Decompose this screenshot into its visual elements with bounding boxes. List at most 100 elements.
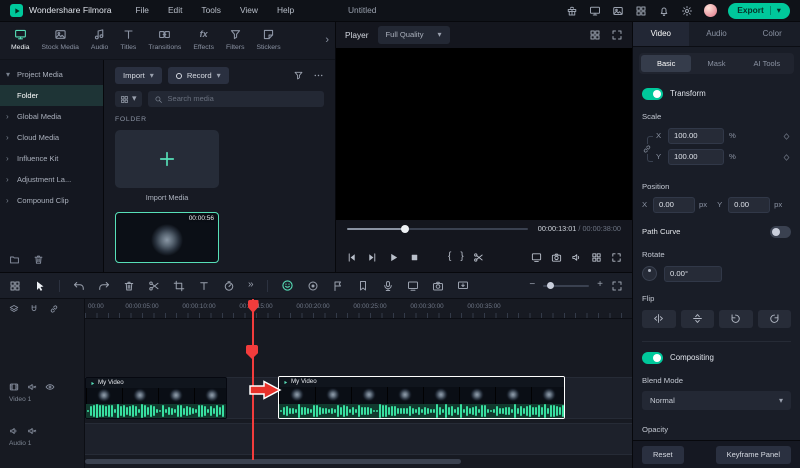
export-dropdown-icon[interactable]: ▾ bbox=[777, 5, 781, 16]
stop-icon[interactable] bbox=[409, 252, 420, 263]
quality-dropdown[interactable]: Full Quality ▾ bbox=[377, 26, 450, 44]
sidebar-item-global-media[interactable]: › Global Media bbox=[0, 106, 103, 127]
bookmark-icon[interactable] bbox=[357, 280, 369, 292]
crop-icon[interactable] bbox=[173, 280, 185, 292]
fit-timeline-icon[interactable] bbox=[611, 280, 623, 292]
scale-x-input[interactable]: 100.00 bbox=[668, 128, 724, 145]
undo-icon[interactable] bbox=[73, 280, 85, 292]
link-axes-icon[interactable] bbox=[642, 143, 652, 154]
position-x-input[interactable]: 0.00 bbox=[653, 197, 695, 214]
delete-folder-icon[interactable] bbox=[33, 254, 44, 265]
more-tools-icon[interactable]: » bbox=[248, 279, 254, 292]
time-ruler[interactable]: 00:00 00:00:05:00 00:00:10:00 00:00:15:0… bbox=[85, 299, 632, 319]
tab-effects[interactable]: fx Effects bbox=[193, 28, 214, 52]
view-mode-button[interactable]: ▾ bbox=[115, 91, 142, 107]
blend-mode-dropdown[interactable]: Normal ▾ bbox=[642, 391, 791, 411]
speed-icon[interactable] bbox=[223, 280, 235, 292]
subtab-ai-tools[interactable]: AI Tools bbox=[742, 55, 792, 72]
menu-tools[interactable]: Tools bbox=[201, 5, 221, 16]
marker-icon[interactable] bbox=[332, 280, 344, 292]
media-clip-thumbnail[interactable]: 00:00:56 bbox=[115, 211, 219, 263]
zoom-slider[interactable] bbox=[543, 282, 590, 289]
mute-track-icon[interactable] bbox=[27, 382, 37, 392]
delete-icon[interactable] bbox=[123, 280, 135, 292]
grid-overlay-icon[interactable] bbox=[591, 252, 602, 263]
menu-view[interactable]: View bbox=[240, 5, 258, 16]
record-button[interactable]: Record ▾ bbox=[167, 67, 229, 84]
sidebar-item-project-media[interactable]: ▾ Project Media bbox=[0, 64, 103, 85]
scale-y-input[interactable]: 100.00 bbox=[668, 149, 724, 166]
rotate-ccw-icon[interactable] bbox=[719, 309, 753, 328]
track-layout-icon[interactable] bbox=[9, 280, 21, 292]
video-preview[interactable] bbox=[336, 48, 632, 220]
tab-audio[interactable]: Audio bbox=[689, 22, 745, 46]
tab-stock-media[interactable]: Stock Media bbox=[42, 28, 79, 52]
timeline-scrollbar[interactable] bbox=[85, 459, 461, 464]
search-input[interactable] bbox=[167, 94, 318, 104]
flip-vertical-icon[interactable] bbox=[680, 309, 714, 328]
keyframe-panel-button[interactable]: Keyframe Panel bbox=[715, 445, 791, 464]
keyframe-icon[interactable] bbox=[782, 153, 791, 162]
screen-record-icon[interactable] bbox=[407, 280, 419, 292]
track-manager-icon[interactable] bbox=[9, 304, 19, 314]
menu-edit[interactable]: Edit bbox=[168, 5, 182, 16]
media-library-icon[interactable] bbox=[612, 5, 624, 17]
import-button[interactable]: Import ▾ bbox=[115, 67, 162, 84]
redo-icon[interactable] bbox=[98, 280, 110, 292]
more-options-icon[interactable] bbox=[313, 70, 324, 81]
voiceover-icon[interactable] bbox=[382, 280, 394, 292]
zoom-in-icon[interactable]: + bbox=[597, 279, 603, 292]
compositing-toggle[interactable] bbox=[642, 351, 663, 364]
tab-titles[interactable]: Titles bbox=[120, 28, 136, 52]
export-button[interactable]: Export ▾ bbox=[728, 2, 790, 19]
record-icon[interactable] bbox=[307, 280, 319, 292]
tab-filters[interactable]: Filters bbox=[226, 28, 244, 52]
safe-area-icon[interactable] bbox=[589, 29, 601, 41]
sidebar-item-cloud-media[interactable]: › Cloud Media bbox=[0, 127, 103, 148]
new-folder-icon[interactable] bbox=[9, 254, 20, 265]
zoom-handle[interactable] bbox=[547, 282, 555, 289]
more-tabs-icon[interactable]: › bbox=[325, 34, 329, 48]
menu-help[interactable]: Help bbox=[277, 5, 294, 16]
position-y-input[interactable]: 0.00 bbox=[728, 197, 771, 214]
sidebar-item-influence-kit[interactable]: › Influence Kit bbox=[0, 148, 103, 169]
snapshot-icon[interactable] bbox=[432, 280, 444, 292]
tab-color[interactable]: Color bbox=[744, 22, 800, 46]
rotate-input[interactable]: 0.00° bbox=[664, 265, 722, 282]
volume-icon[interactable] bbox=[571, 252, 582, 263]
timeline-clip[interactable]: My Video bbox=[85, 377, 227, 419]
settings-icon[interactable] bbox=[681, 5, 693, 17]
sidebar-item-adjustment-layer[interactable]: › Adjustment La... bbox=[0, 169, 103, 190]
export-frame-icon[interactable] bbox=[457, 280, 469, 292]
reset-button[interactable]: Reset bbox=[642, 445, 684, 464]
notifications-icon[interactable] bbox=[658, 5, 670, 17]
snap-icon[interactable] bbox=[29, 304, 39, 314]
import-media-card[interactable] bbox=[115, 130, 219, 189]
audio-track-icon[interactable] bbox=[9, 426, 19, 436]
mute-track-icon[interactable] bbox=[27, 426, 37, 436]
play-icon[interactable] bbox=[388, 252, 399, 263]
user-avatar[interactable] bbox=[704, 4, 718, 17]
display-settings-icon[interactable] bbox=[531, 252, 542, 263]
pointer-tool-icon[interactable] bbox=[34, 280, 46, 292]
rotate-cw-icon[interactable] bbox=[757, 309, 791, 328]
fullscreen-icon[interactable] bbox=[611, 252, 622, 263]
expand-preview-icon[interactable] bbox=[611, 29, 623, 41]
seek-bar[interactable] bbox=[347, 225, 528, 233]
menu-file[interactable]: File bbox=[135, 5, 149, 16]
zoom-out-icon[interactable]: − bbox=[529, 279, 535, 292]
rotate-dial[interactable] bbox=[642, 266, 657, 282]
hide-track-icon[interactable] bbox=[45, 382, 55, 392]
ai-portrait-icon[interactable] bbox=[281, 279, 294, 292]
mark-in-icon[interactable]: { bbox=[448, 251, 451, 264]
sort-filter-icon[interactable] bbox=[293, 70, 304, 81]
tab-audio[interactable]: Audio bbox=[91, 28, 108, 52]
layout-icon[interactable] bbox=[635, 5, 647, 17]
path-curve-toggle[interactable] bbox=[770, 226, 791, 239]
mark-out-icon[interactable]: } bbox=[460, 251, 463, 264]
sidebar-item-compound-clip[interactable]: › Compound Clip bbox=[0, 190, 103, 211]
quick-split-icon[interactable] bbox=[473, 252, 484, 263]
tab-transitions[interactable]: Transitions bbox=[148, 28, 181, 52]
sidebar-item-folder[interactable]: Folder bbox=[0, 85, 103, 106]
seek-handle[interactable] bbox=[401, 225, 410, 233]
